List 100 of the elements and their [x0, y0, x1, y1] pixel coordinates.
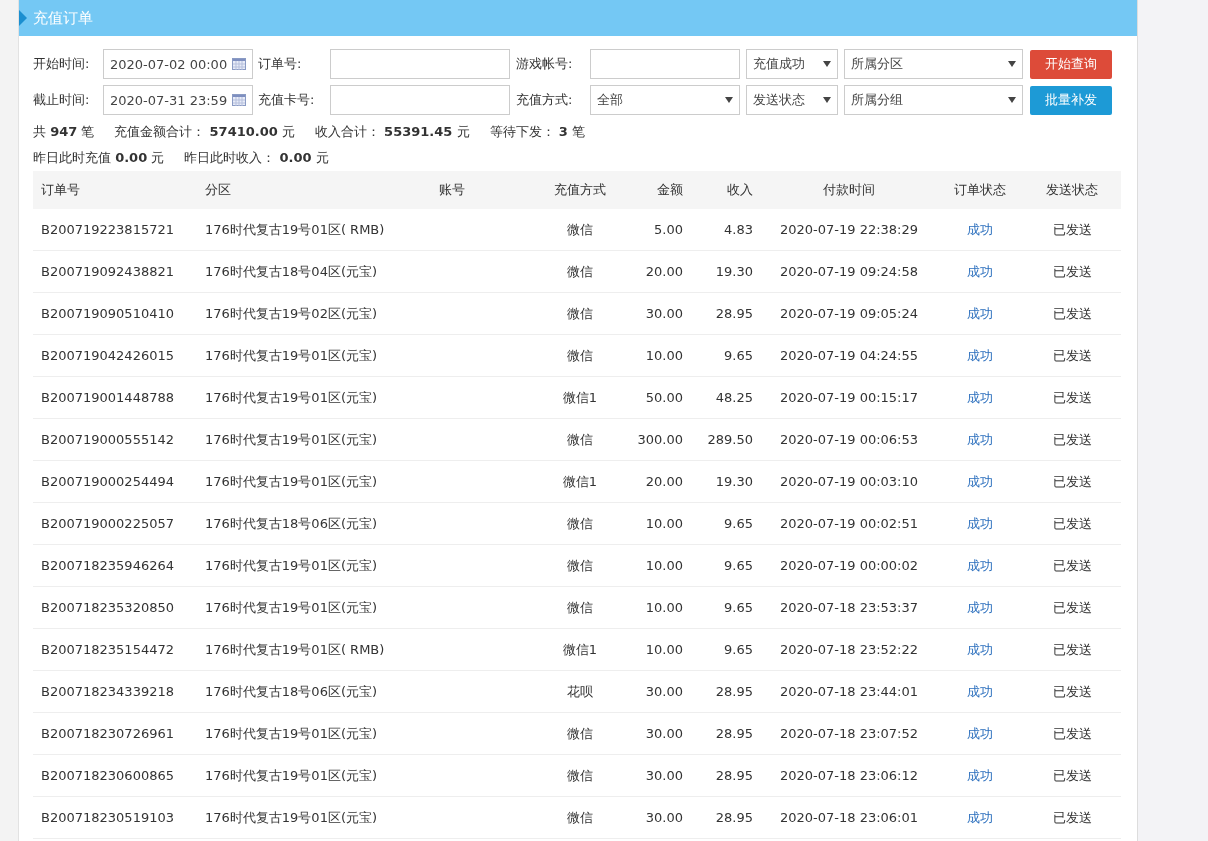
caret-icon: [823, 61, 831, 67]
table-cell: 2020-07-19 00:06:53: [779, 432, 919, 447]
table-cell: B200718235320850: [41, 600, 174, 615]
table-cell: 已发送: [1052, 515, 1092, 531]
caret-icon: [725, 97, 733, 103]
table-cell: 176时代复古18号06区(元宝): [205, 515, 378, 531]
caret-icon: [823, 97, 831, 103]
column-header: 发送状态: [1046, 182, 1098, 197]
table-cell: 20.00: [645, 474, 683, 489]
card-number-field[interactable]: [330, 85, 510, 115]
table-cell: 19.30: [715, 264, 753, 279]
status-link[interactable]: 成功: [967, 347, 993, 363]
table-cell: 2020-07-19 04:24:55: [779, 348, 919, 363]
field-label: 截止时间:: [33, 91, 91, 109]
field-label: 充值卡号:: [258, 91, 316, 109]
table-cell: 10.00: [645, 348, 683, 363]
status-dropdown[interactable]: 充值成功: [746, 49, 838, 79]
payment-method-dropdown[interactable]: 全部: [590, 85, 740, 115]
table-cell: 9.65: [724, 348, 753, 363]
status-link[interactable]: 成功: [967, 683, 993, 699]
column-header: 订单状态: [954, 182, 1006, 197]
table-cell: 176时代复古19号01区(元宝): [205, 431, 378, 447]
order-number-field[interactable]: [330, 49, 510, 79]
table-cell: 176时代复古19号01区(元宝): [205, 473, 378, 489]
status-link[interactable]: 成功: [967, 725, 993, 741]
table-cell: 10.00: [645, 600, 683, 615]
column-header: 账号: [439, 182, 465, 197]
date-field[interactable]: 2020-07-31 23:59: [103, 85, 253, 115]
table-cell: 176时代复古18号04区(元宝): [205, 263, 378, 279]
table-cell: B200719000254494: [41, 474, 174, 489]
table-cell: 28.95: [715, 306, 753, 321]
table-cell: 微信: [567, 725, 593, 741]
table-cell: 176时代复古19号01区(元宝): [205, 557, 378, 573]
table-cell: 已发送: [1052, 683, 1092, 699]
table-cell: 已发送: [1052, 347, 1092, 363]
table-cell: B200719090510410: [41, 306, 174, 321]
status-link[interactable]: 成功: [967, 557, 993, 573]
table-cell: 花呗: [567, 683, 593, 699]
table-cell: 10.00: [645, 642, 683, 657]
table-cell: 30.00: [645, 768, 683, 783]
status-link[interactable]: 成功: [967, 641, 993, 657]
column-header: 金额: [657, 182, 683, 197]
table-cell: 微信: [567, 347, 593, 363]
table-cell: 9.65: [724, 600, 753, 615]
table-cell: 已发送: [1052, 389, 1092, 405]
search-button[interactable]: 开始查询: [1030, 49, 1112, 79]
table-cell: 微信: [567, 431, 593, 447]
caret-icon: [1008, 97, 1016, 103]
status-link[interactable]: 成功: [967, 473, 993, 489]
table-cell: 已发送: [1052, 809, 1092, 825]
status-link[interactable]: 成功: [967, 809, 993, 825]
send-status-dropdown[interactable]: 发送状态: [746, 85, 838, 115]
status-link[interactable]: 成功: [967, 599, 993, 615]
table-cell: 2020-07-19 00:15:17: [779, 390, 919, 405]
table-cell: 5.00: [654, 222, 683, 237]
table-cell: 30.00: [645, 810, 683, 825]
table-cell: 已发送: [1052, 641, 1092, 657]
table-cell: 28.95: [715, 810, 753, 825]
table-cell: 微信1: [562, 389, 598, 405]
group-dropdown[interactable]: 所属分组: [844, 85, 1023, 115]
status-link[interactable]: 成功: [967, 431, 993, 447]
batch-resend-button[interactable]: 批量补发: [1030, 85, 1112, 115]
status-link[interactable]: 成功: [967, 767, 993, 783]
status-link[interactable]: 成功: [967, 389, 993, 405]
status-link[interactable]: 成功: [967, 221, 993, 237]
caret-icon: [1008, 61, 1016, 67]
summary-stat: 共 947 笔: [33, 123, 95, 141]
table-cell: 48.25: [715, 390, 753, 405]
table-cell: 2020-07-19 00:03:10: [779, 474, 919, 489]
status-link[interactable]: 成功: [967, 515, 993, 531]
table-cell: 微信1: [562, 473, 598, 489]
table-cell: 已发送: [1052, 221, 1092, 237]
table-cell: 微信: [567, 809, 593, 825]
summary-stat: 等待下发： 3 笔: [489, 123, 585, 141]
table-cell: 28.95: [715, 684, 753, 699]
table-cell: 2020-07-19 22:38:29: [779, 222, 919, 237]
table-cell: B200719042426015: [41, 348, 174, 363]
table-cell: B200718235946264: [41, 558, 174, 573]
table-cell: 176时代复古19号02区(元宝): [205, 305, 378, 321]
table-cell: B200719001448788: [41, 390, 174, 405]
column-header: 订单号: [41, 182, 80, 197]
table-cell: 28.95: [715, 726, 753, 741]
table-cell: 28.95: [715, 768, 753, 783]
table-cell: 已发送: [1052, 473, 1092, 489]
status-link[interactable]: 成功: [967, 305, 993, 321]
field-label: 游戏帐号:: [516, 55, 574, 73]
date-field[interactable]: 2020-07-02 00:00: [103, 49, 253, 79]
status-link[interactable]: 成功: [967, 263, 993, 279]
calendar-icon: [232, 58, 246, 70]
table-cell: 176时代复古19号01区(元宝): [205, 725, 378, 741]
header-marker-icon: [19, 10, 27, 26]
game-account-field[interactable]: [590, 49, 740, 79]
table-cell: 已发送: [1052, 725, 1092, 741]
table-cell: 微信: [567, 767, 593, 783]
zone-dropdown[interactable]: 所属分区: [844, 49, 1023, 79]
table-cell: 微信1: [562, 641, 598, 657]
table-cell: 2020-07-19 00:02:51: [779, 516, 919, 531]
summary-stat: 昨日此时收入： 0.00 元: [184, 149, 329, 167]
table-cell: 176时代复古19号01区( RMB): [205, 641, 385, 657]
table-cell: B200719092438821: [41, 264, 174, 279]
